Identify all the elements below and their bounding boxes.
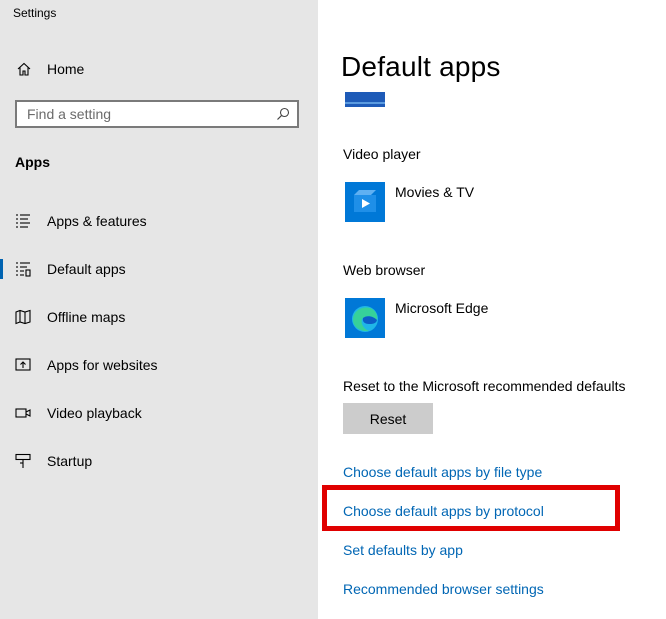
search-input[interactable] bbox=[17, 102, 277, 126]
reset-button[interactable]: Reset bbox=[343, 403, 433, 434]
sidebar-item-label: Startup bbox=[47, 453, 93, 469]
sidebar-item-label: Video playback bbox=[47, 405, 142, 421]
video-player-app-button[interactable]: Movies & TV bbox=[345, 182, 645, 222]
main-content: Default apps Video player Movies & TV We… bbox=[318, 0, 666, 619]
link-choose-by-file-type[interactable]: Choose default apps by file type bbox=[343, 464, 542, 480]
offline-maps-icon bbox=[15, 309, 31, 325]
app-name: Microsoft Edge bbox=[395, 300, 489, 316]
category-label-video-player: Video player bbox=[343, 146, 421, 162]
movies-tv-icon bbox=[345, 182, 385, 222]
sidebar-item-apps-for-websites[interactable]: Apps for websites bbox=[0, 345, 318, 385]
sidebar-item-startup[interactable]: Startup bbox=[0, 441, 318, 481]
sidebar-item-label: Apps & features bbox=[47, 213, 147, 229]
category-label-web-browser: Web browser bbox=[343, 262, 426, 278]
video-playback-icon bbox=[15, 405, 31, 421]
search-box[interactable] bbox=[15, 100, 299, 128]
sidebar-item-offline-maps[interactable]: Offline maps bbox=[0, 297, 318, 337]
web-browser-app-button[interactable]: Microsoft Edge bbox=[345, 298, 645, 338]
sidebar-item-default-apps[interactable]: Default apps bbox=[0, 249, 318, 289]
reset-label: Reset to the Microsoft recommended defau… bbox=[343, 378, 626, 394]
sidebar-item-apps-features[interactable]: Apps & features bbox=[0, 201, 318, 241]
default-apps-icon bbox=[15, 261, 31, 277]
search-icon[interactable] bbox=[275, 106, 291, 122]
home-icon bbox=[16, 61, 32, 77]
nav-home[interactable]: Home bbox=[0, 52, 318, 86]
microsoft-edge-icon bbox=[345, 298, 385, 338]
sidebar-item-video-playback[interactable]: Video playback bbox=[0, 393, 318, 433]
link-choose-by-protocol[interactable]: Choose default apps by protocol bbox=[343, 503, 544, 519]
sidebar-item-label: Default apps bbox=[47, 261, 126, 277]
app-name: Movies & TV bbox=[395, 184, 475, 200]
sidebar-item-label: Offline maps bbox=[47, 309, 126, 325]
window-title: Settings bbox=[13, 6, 57, 20]
sidebar-item-label: Apps for websites bbox=[47, 357, 158, 373]
active-indicator bbox=[0, 259, 3, 279]
link-set-defaults-by-app[interactable]: Set defaults by app bbox=[343, 542, 463, 558]
section-heading: Apps bbox=[15, 154, 50, 170]
apps-features-icon bbox=[15, 213, 31, 229]
link-recommended-browser-settings[interactable]: Recommended browser settings bbox=[343, 581, 544, 597]
home-label: Home bbox=[47, 61, 85, 77]
startup-icon bbox=[15, 453, 31, 469]
page-title: Default apps bbox=[341, 51, 501, 82]
email-app-icon[interactable] bbox=[345, 92, 385, 107]
apps-for-websites-icon bbox=[15, 357, 31, 373]
sidebar: Settings Home Apps Apps & features Defau… bbox=[0, 0, 318, 619]
